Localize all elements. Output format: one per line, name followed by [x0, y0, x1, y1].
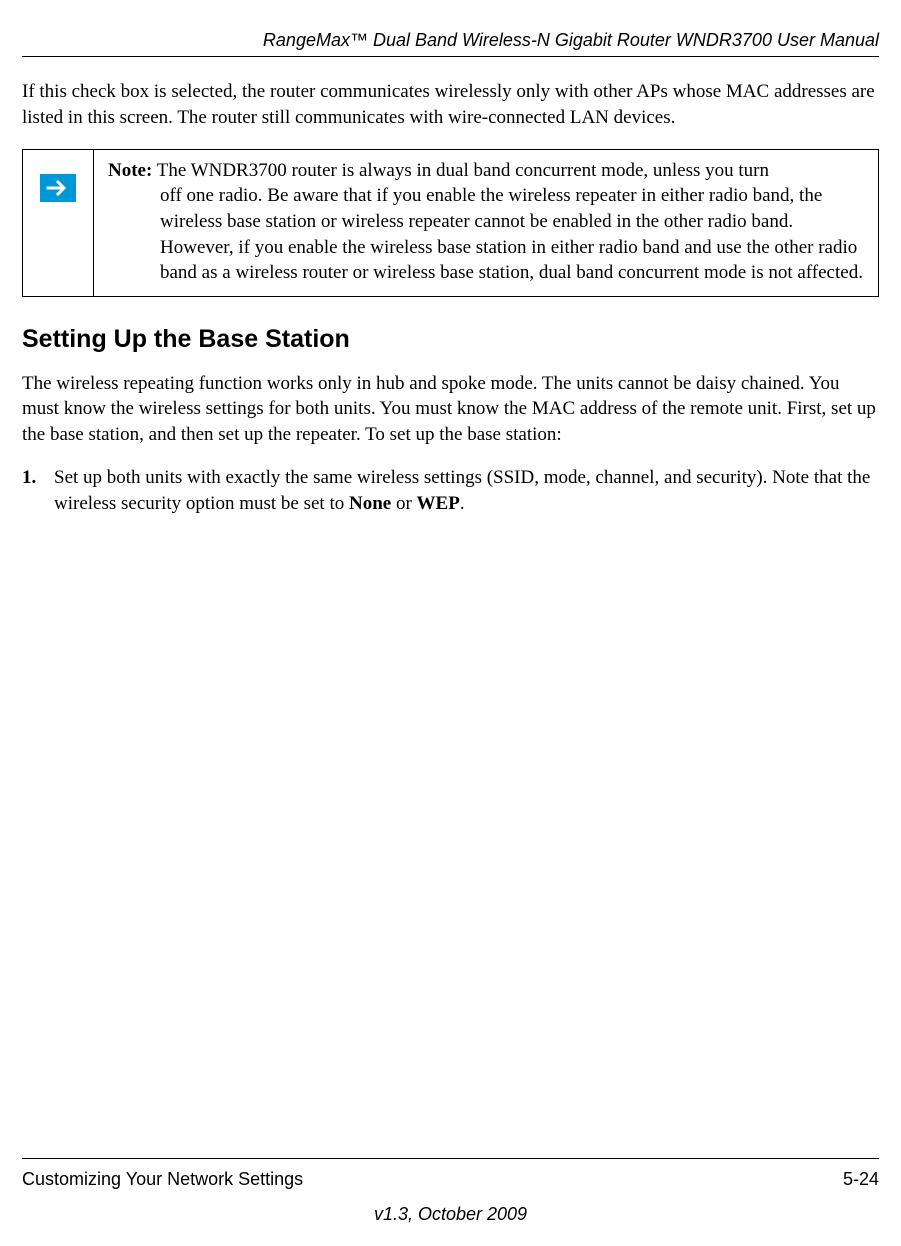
- note-text-cell: Note: The WNDR3700 router is always in d…: [94, 150, 878, 296]
- note-text: Note: The WNDR3700 router is always in d…: [108, 158, 864, 286]
- footer-version: v1.3, October 2009: [22, 1202, 879, 1226]
- step-text: Set up both units with exactly the same …: [54, 465, 879, 516]
- step-bold-wep: WEP: [417, 493, 460, 514]
- intro-paragraph: If this check box is selected, the route…: [22, 79, 879, 130]
- page-header: RangeMax™ Dual Band Wireless-N Gigabit R…: [22, 28, 879, 52]
- footer-divider: [22, 1158, 879, 1159]
- footer-row: Customizing Your Network Settings 5-24: [22, 1167, 879, 1191]
- header-divider: [22, 56, 879, 57]
- note-icon-cell: [23, 150, 94, 296]
- header-title: RangeMax™ Dual Band Wireless-N Gigabit R…: [263, 30, 879, 50]
- page-footer: Customizing Your Network Settings 5-24 v…: [22, 1158, 879, 1226]
- arrow-right-icon: [40, 174, 76, 202]
- note-box: Note: The WNDR3700 router is always in d…: [22, 149, 879, 297]
- note-label: Note:: [108, 160, 152, 181]
- step-text-middle: or: [391, 493, 416, 514]
- footer-page-number: 5-24: [843, 1167, 879, 1191]
- steps-list: 1. Set up both units with exactly the sa…: [22, 465, 879, 516]
- note-first-line: The WNDR3700 router is always in dual ba…: [152, 160, 769, 181]
- footer-section-title: Customizing Your Network Settings: [22, 1167, 303, 1191]
- section-heading: Setting Up the Base Station: [22, 323, 879, 357]
- section-paragraph: The wireless repeating function works on…: [22, 371, 879, 448]
- step-text-after: .: [460, 493, 465, 514]
- step-item: 1. Set up both units with exactly the sa…: [22, 465, 879, 516]
- note-rest: off one radio. Be aware that if you enab…: [108, 183, 864, 286]
- step-number: 1.: [22, 465, 54, 516]
- step-bold-none: None: [349, 493, 391, 514]
